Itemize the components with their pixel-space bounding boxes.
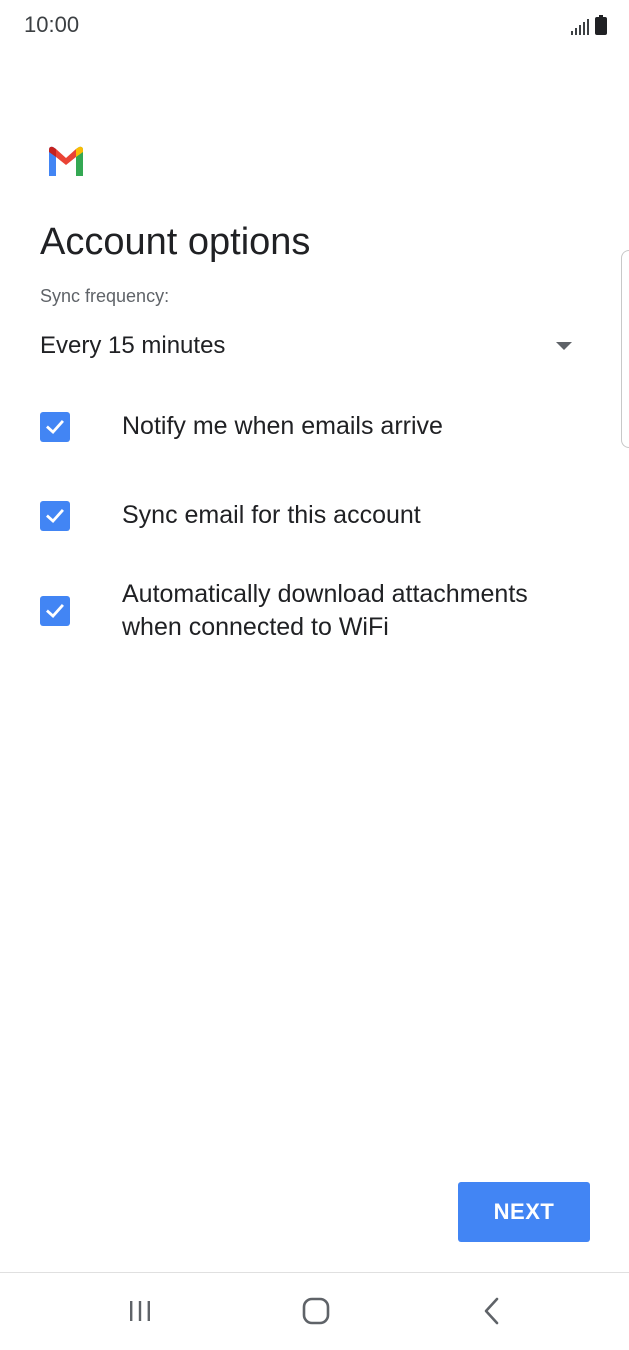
sync-email-checkbox[interactable] bbox=[40, 500, 70, 531]
back-button[interactable] bbox=[472, 1291, 512, 1331]
chevron-down-icon bbox=[556, 342, 572, 350]
status-time: 10:00 bbox=[24, 12, 80, 37]
next-button[interactable]: NEXT bbox=[458, 1182, 590, 1242]
sync-frequency-label: Sync frequency: bbox=[40, 286, 170, 306]
page-title: Account options bbox=[40, 221, 311, 263]
auto-download-option[interactable]: Automatically download attachments when … bbox=[40, 578, 600, 644]
sync-email-option[interactable]: Sync email for this account bbox=[40, 499, 600, 532]
navigation-bar bbox=[0, 1272, 629, 1350]
notify-emails-label: Notify me when emails arrive bbox=[122, 412, 443, 440]
sync-frequency-value: Every 15 minutes bbox=[40, 332, 226, 359]
auto-download-label: Automatically download attachments when … bbox=[122, 580, 528, 641]
signal-icon bbox=[571, 19, 589, 35]
check-icon bbox=[46, 604, 64, 618]
home-icon bbox=[302, 1297, 330, 1325]
battery-icon bbox=[595, 15, 607, 35]
home-button[interactable] bbox=[296, 1291, 336, 1331]
sync-email-label: Sync email for this account bbox=[122, 501, 421, 529]
notify-emails-option[interactable]: Notify me when emails arrive bbox=[40, 410, 600, 443]
recents-icon bbox=[130, 1301, 150, 1321]
check-icon bbox=[46, 508, 64, 523]
check-icon bbox=[46, 419, 64, 434]
notify-emails-checkbox[interactable] bbox=[40, 411, 70, 442]
back-icon bbox=[484, 1297, 499, 1325]
status-bar: 10:00 bbox=[0, 0, 629, 52]
gmail-logo-icon bbox=[49, 146, 83, 176]
auto-download-checkbox[interactable] bbox=[40, 596, 70, 626]
recents-button[interactable] bbox=[120, 1291, 160, 1331]
sync-frequency-dropdown[interactable]: Every 15 minutes bbox=[40, 326, 580, 366]
status-icons bbox=[571, 15, 607, 35]
edge-panel-handle[interactable] bbox=[621, 250, 629, 448]
